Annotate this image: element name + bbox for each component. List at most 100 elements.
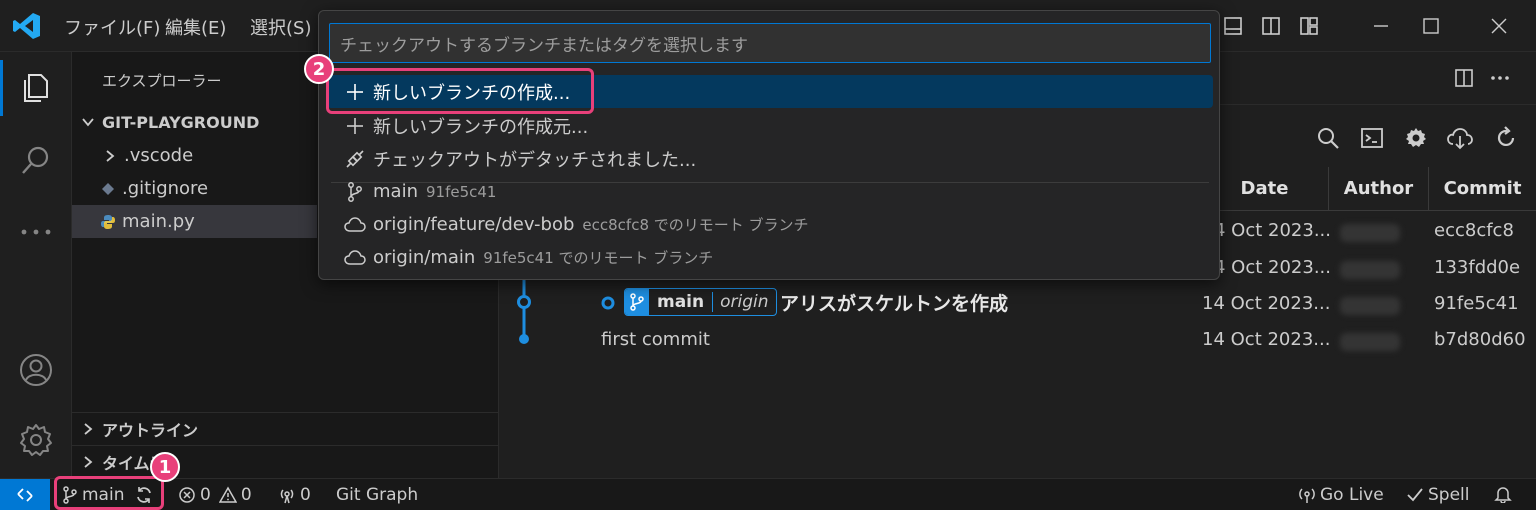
chevron-right-icon — [78, 452, 98, 472]
toggle-panel-icon[interactable] — [1220, 13, 1246, 39]
broadcast-icon — [1299, 488, 1315, 503]
ports-status-item[interactable]: 0 — [278, 485, 311, 505]
chevron-down-icon — [78, 112, 98, 132]
outline-label: アウトライン — [102, 421, 199, 440]
git-branch-icon — [343, 180, 367, 204]
terminal-icon[interactable] — [1358, 124, 1386, 152]
quick-pick-description: 91fe5c41 でのリモート ブランチ — [483, 249, 714, 267]
outline-section-header[interactable]: アウトライン — [72, 413, 499, 445]
broadcast-icon — [280, 489, 294, 504]
go-live-status-item[interactable]: Go Live — [1298, 485, 1384, 505]
chevron-right-icon — [78, 419, 98, 439]
commit-message: アリスがスケルトンを作成 — [780, 293, 1009, 315]
repo-settings-gear-icon[interactable] — [1402, 124, 1430, 152]
remote-name: origin — [712, 292, 775, 312]
quick-pick-item-checkout-detached[interactable]: チェックアウトがデタッチされました... — [327, 142, 1213, 175]
branch-quick-pick: チェックアウトするブランチまたはタグを選択します 新しいブランチの作成... 新… — [318, 10, 1220, 280]
settings-gear-icon[interactable] — [0, 412, 72, 468]
warning-icon — [218, 486, 237, 503]
commit-date: 4 Oct 2023... — [1214, 257, 1331, 278]
spell-label: Spell — [1428, 485, 1470, 505]
commit-hash: b7d80d60 — [1434, 329, 1526, 350]
error-icon — [179, 487, 195, 503]
find-icon[interactable] — [1314, 124, 1342, 152]
tree-item-label: .gitignore — [122, 178, 209, 199]
sidebar-title: エクスプローラー — [102, 72, 222, 90]
debug-disconnect-icon — [343, 147, 367, 171]
branch-label[interactable]: main origin — [624, 288, 777, 316]
refresh-icon[interactable] — [1492, 124, 1520, 152]
quick-pick-label: main — [373, 181, 418, 202]
head-commit-icon — [601, 296, 615, 310]
activity-bar — [0, 52, 72, 478]
plus-icon — [343, 114, 367, 138]
account-icon[interactable] — [0, 342, 72, 398]
menu-selection[interactable]: 選択(S) — [250, 14, 311, 40]
author-blurred — [1340, 297, 1400, 315]
quick-pick-label: チェックアウトがデタッチされました... — [373, 149, 697, 171]
remote-indicator-button[interactable] — [0, 479, 50, 510]
git-file-icon — [98, 179, 118, 199]
menu-edit[interactable]: 編集(E) — [165, 14, 226, 40]
explorer-icon[interactable] — [0, 60, 72, 116]
cloud-icon — [343, 246, 367, 270]
split-editor-icon[interactable] — [1450, 64, 1478, 92]
fetch-cloud-icon[interactable] — [1446, 124, 1474, 152]
column-header-commit[interactable]: Commit — [1428, 167, 1536, 211]
customize-layout-icon[interactable] — [1296, 13, 1322, 39]
close-icon[interactable] — [1486, 13, 1512, 39]
commit-message: first commit — [601, 329, 710, 350]
commit-date: 4 Oct 2023... — [1214, 220, 1331, 241]
quick-pick-description: 91fe5c41 — [425, 182, 497, 201]
author-blurred — [1340, 333, 1400, 351]
commit-date: 14 Oct 2023... — [1202, 293, 1331, 314]
callout-highlight-branch-status — [54, 476, 164, 510]
folder-name: GIT-PLAYGROUND — [102, 112, 260, 132]
chevron-right-icon — [100, 146, 120, 166]
commit-hash: ecc8cfc8 — [1434, 220, 1514, 241]
quick-pick-label: 新しいブランチの作成元... — [373, 116, 589, 138]
ports-count: 0 — [300, 485, 311, 505]
author-blurred — [1340, 261, 1400, 279]
tree-item-main-py[interactable]: main.py — [72, 205, 317, 238]
quick-pick-item-origin-main[interactable]: origin/main 91fe5c41 でのリモート ブランチ — [327, 241, 1213, 274]
tree-item-label: .vscode — [124, 145, 194, 166]
tree-item-label: main.py — [122, 211, 195, 232]
author-blurred — [1340, 224, 1400, 242]
callout-highlight-create-branch — [326, 68, 594, 114]
quick-pick-item-origin-feature-dev-bob[interactable]: origin/feature/dev-bob ecc8cfc8 でのリモート ブ… — [327, 208, 1213, 241]
cloud-icon — [343, 213, 367, 237]
commit-hash: 91fe5c41 — [1434, 293, 1519, 314]
remote-icon — [17, 488, 33, 502]
commit-date: 14 Oct 2023... — [1202, 329, 1331, 350]
quick-pick-label: origin/feature/dev-bob — [373, 214, 575, 235]
column-header-author[interactable]: Author — [1328, 167, 1428, 211]
error-count: 0 — [200, 485, 211, 505]
maximize-icon[interactable] — [1418, 13, 1444, 39]
search-icon[interactable] — [0, 132, 72, 188]
more-icon[interactable] — [0, 204, 72, 260]
timeline-section-header[interactable]: タイムラ — [72, 446, 499, 478]
callout-badge-1: 1 — [150, 452, 180, 482]
check-icon — [1407, 488, 1423, 502]
git-graph-status-item[interactable]: Git Graph — [336, 485, 418, 505]
go-live-label: Go Live — [1320, 485, 1384, 505]
callout-badge-2: 2 — [304, 54, 334, 84]
menu-file[interactable]: ファイル(F) — [64, 14, 160, 40]
spell-status-item[interactable]: Spell — [1406, 485, 1470, 505]
quick-pick-description: ecc8cfc8 でのリモート ブランチ — [582, 216, 809, 234]
quick-pick-label: origin/main — [373, 247, 476, 268]
warning-count: 0 — [240, 485, 252, 505]
minimize-icon[interactable] — [1368, 13, 1394, 39]
quick-pick-item-main[interactable]: main 91fe5c41 — [327, 175, 1213, 208]
toggle-secondary-sidebar-icon[interactable] — [1258, 13, 1284, 39]
vscode-logo-icon — [13, 13, 40, 39]
branch-search-input[interactable]: チェックアウトするブランチまたはタグを選択します — [329, 23, 1211, 63]
problems-status-item[interactable]: 0 0 — [178, 485, 252, 505]
notifications-bell-icon[interactable] — [1494, 485, 1512, 503]
more-actions-icon[interactable] — [1486, 64, 1514, 92]
python-file-icon — [98, 212, 118, 232]
branch-icon — [625, 289, 649, 315]
commit-hash: 133fdd0e — [1434, 257, 1521, 278]
branch-name: main — [657, 292, 705, 312]
